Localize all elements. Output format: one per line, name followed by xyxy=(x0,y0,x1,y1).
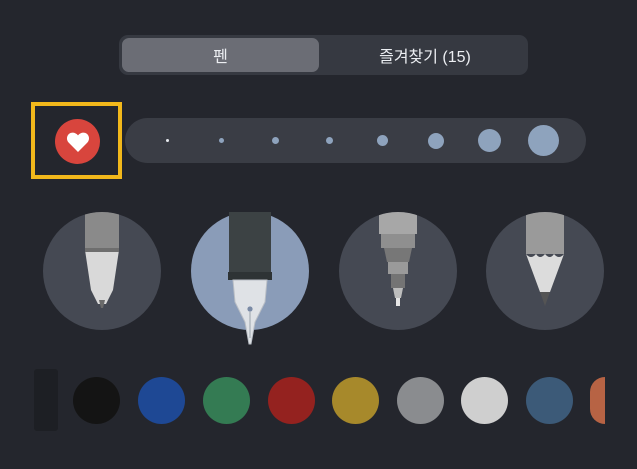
size-option-7[interactable] xyxy=(478,129,501,152)
tab-favorites-label: 즐겨찾기 (15) xyxy=(379,49,471,66)
color-swatch-terracotta[interactable] xyxy=(590,377,605,424)
pen-favorites-segmented-control: 펜 즐겨찾기 (15) xyxy=(119,35,528,75)
color-swatch-black[interactable] xyxy=(73,377,120,424)
size-option-8[interactable] xyxy=(528,125,559,156)
color-swatch-gray[interactable] xyxy=(397,377,444,424)
size-picker xyxy=(125,118,586,163)
tool-fineliner[interactable] xyxy=(339,212,457,330)
color-swatch-light-gray[interactable] xyxy=(461,377,508,424)
tool-fountain-pen[interactable] xyxy=(191,212,309,345)
color-swatch-blue[interactable] xyxy=(138,377,185,424)
size-option-2[interactable] xyxy=(219,138,224,143)
tool-ballpoint-pen[interactable] xyxy=(43,212,161,330)
tab-favorites[interactable]: 즐겨찾기 (15) xyxy=(325,38,525,72)
ballpoint-pen-icon xyxy=(85,212,119,308)
color-swatch-gold[interactable] xyxy=(332,377,379,424)
swatch-scroll-edge xyxy=(34,369,58,431)
size-option-4[interactable] xyxy=(326,137,333,144)
size-option-5[interactable] xyxy=(377,135,388,146)
color-swatch-slate-blue[interactable] xyxy=(526,377,573,424)
tab-pen-label: 펜 xyxy=(213,49,228,66)
tool-pencil[interactable] xyxy=(486,212,604,330)
heart-icon xyxy=(66,132,89,152)
tab-pen[interactable]: 펜 xyxy=(122,38,319,72)
fountain-pen-icon xyxy=(228,212,272,345)
color-swatch-red[interactable] xyxy=(268,377,315,424)
fineliner-icon xyxy=(379,212,417,306)
color-swatch-green[interactable] xyxy=(203,377,250,424)
size-option-1[interactable] xyxy=(166,139,169,142)
pencil-icon xyxy=(526,212,564,306)
size-option-6[interactable] xyxy=(428,133,444,149)
favorite-button[interactable] xyxy=(55,119,100,164)
size-option-3[interactable] xyxy=(272,137,279,144)
